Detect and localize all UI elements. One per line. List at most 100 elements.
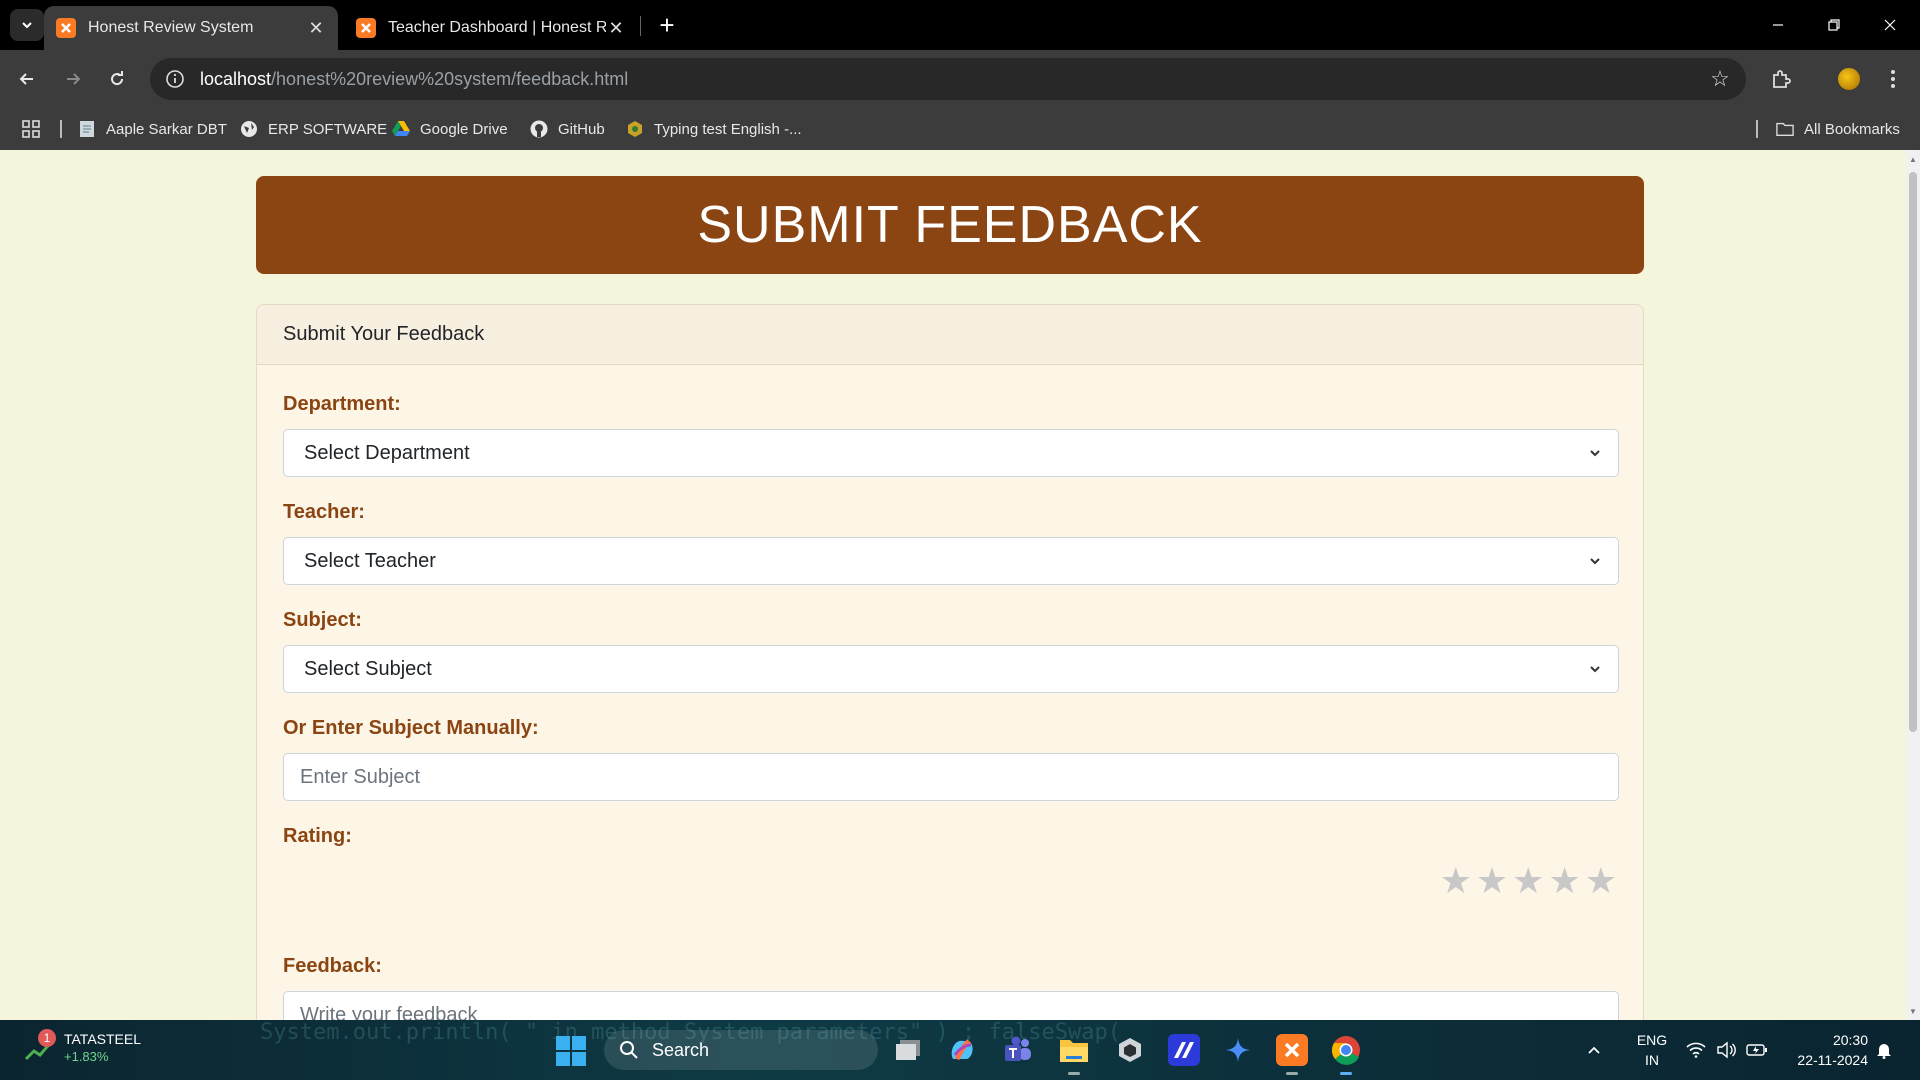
all-bookmarks-label: All Bookmarks <box>1804 120 1900 138</box>
menu-kebab-icon[interactable] <box>1876 62 1910 96</box>
scrollbar-thumb[interactable] <box>1909 172 1917 732</box>
reload-icon[interactable] <box>100 62 134 96</box>
address-bar[interactable]: localhost/honest%20review%20system/feedb… <box>150 58 1746 100</box>
stock-widget[interactable]: 1 TATASTEEL +1.83% <box>24 1029 141 1066</box>
region-code: IN <box>1645 1052 1659 1068</box>
teacher-select[interactable]: Select Teacher <box>283 537 1619 585</box>
star-icon[interactable]: ★ <box>1476 863 1508 899</box>
unity-icon[interactable] <box>1114 1034 1146 1066</box>
star-icon[interactable]: ★ <box>1585 863 1617 899</box>
notification-bell-icon[interactable] <box>1876 1020 1892 1080</box>
battery-icon[interactable] <box>1746 1020 1768 1080</box>
site-info-icon[interactable] <box>154 58 196 100</box>
apps-grid-icon[interactable] <box>22 118 40 140</box>
tab-search-button[interactable] <box>10 9 44 41</box>
feedback-label: Feedback: <box>283 955 382 977</box>
stock-chart-icon: 1 <box>24 1029 56 1063</box>
bookmark-label: ERP SOFTWARE <box>268 120 388 138</box>
teams-icon[interactable] <box>1002 1034 1034 1066</box>
language-indicator[interactable]: ENG IN <box>1634 1030 1670 1070</box>
tab-title: Teacher Dashboard | Honest Re <box>388 19 606 36</box>
file-explorer-icon[interactable] <box>1058 1034 1090 1066</box>
page-banner: SUBMIT FEEDBACK <box>256 176 1644 274</box>
folder-icon <box>1776 120 1794 138</box>
tab-honest-review-system[interactable]: Honest Review System ✕ <box>44 6 338 50</box>
wifi-icon[interactable] <box>1686 1020 1706 1080</box>
teacher-select-value: Select Teacher <box>304 549 436 572</box>
task-view-icon[interactable] <box>892 1034 924 1066</box>
language-code: ENG <box>1636 1032 1668 1048</box>
restore-icon[interactable] <box>1806 0 1862 50</box>
url-text: localhost/honest%20review%20system/feedb… <box>200 69 628 90</box>
xampp-taskbar-icon[interactable] <box>1276 1034 1308 1066</box>
subject-select-value: Select Subject <box>304 657 432 680</box>
taskbar-search[interactable]: Search <box>604 1030 878 1070</box>
volume-icon[interactable] <box>1716 1020 1736 1080</box>
profile-avatar[interactable] <box>1836 66 1862 92</box>
chrome-icon[interactable] <box>1330 1034 1362 1066</box>
card-header: Submit Your Feedback <box>257 305 1643 365</box>
tab-bar: Honest Review System ✕ Teacher Dashboard… <box>0 0 1920 50</box>
tab-teacher-dashboard[interactable]: Teacher Dashboard | Honest Re ✕ <box>344 6 638 50</box>
notification-badge: 1 <box>38 1029 56 1047</box>
star-rating[interactable]: ★ ★ ★ ★ ★ <box>1440 863 1617 899</box>
extensions-icon[interactable] <box>1764 62 1798 96</box>
bookmark-typing-test[interactable]: Typing test English -... <box>626 118 802 140</box>
bookmark-label: Google Drive <box>420 120 508 138</box>
manual-subject-input[interactable]: Enter Subject <box>283 753 1619 801</box>
clock-time: 20:30 <box>1832 1032 1868 1048</box>
xampp-icon <box>56 18 76 38</box>
bookmark-github[interactable]: GitHub <box>530 118 605 140</box>
close-icon[interactable]: ✕ <box>306 18 326 38</box>
bookmark-label: Typing test English -... <box>654 120 802 138</box>
url-path: /honest%20review%20system/feedback.html <box>271 68 629 89</box>
window-close-icon[interactable] <box>1862 0 1918 50</box>
star-icon[interactable]: ★ <box>1440 863 1472 899</box>
windows-start-icon[interactable] <box>556 1036 586 1066</box>
subject-select[interactable]: Select Subject <box>283 645 1619 693</box>
department-label: Department: <box>283 393 401 415</box>
department-select-value: Select Department <box>304 441 470 464</box>
bookmark-erp-software[interactable]: ERP SOFTWARE <box>240 118 387 140</box>
vs-code-alt-icon[interactable] <box>1168 1034 1200 1066</box>
bookmark-aaple-sarkar[interactable]: Aaple Sarkar DBT <box>78 118 227 140</box>
bookmark-label: GitHub <box>558 120 605 138</box>
manual-subject-label: Or Enter Subject Manually: <box>283 717 539 739</box>
bookmark-google-drive[interactable]: Google Drive <box>392 118 508 140</box>
tray-overflow-icon[interactable] <box>1586 1020 1602 1080</box>
system-clock[interactable]: 20:30 22-11-2024 <box>1786 1030 1868 1070</box>
rating-label: Rating: <box>283 825 352 847</box>
chevron-down-icon <box>22 22 32 29</box>
active-indicator <box>1340 1072 1352 1075</box>
feedback-textarea[interactable]: Write your feedback <box>283 991 1619 1020</box>
windows-taskbar: System.out.println( " in method System p… <box>0 1020 1920 1080</box>
page-scrollbar[interactable]: ▲ ▼ <box>1906 150 1920 1020</box>
scroll-down-icon[interactable]: ▼ <box>1908 1006 1918 1016</box>
page-icon <box>78 120 96 138</box>
chevron-down-icon <box>1586 660 1604 678</box>
star-icon[interactable]: ★ <box>1512 863 1544 899</box>
gemini-sparkle-icon[interactable] <box>1222 1034 1254 1066</box>
manual-subject-placeholder: Enter Subject <box>300 765 421 788</box>
forward-arrow-icon[interactable] <box>56 62 90 96</box>
bookmark-label: Aaple Sarkar DBT <box>106 120 227 138</box>
card-title: Submit Your Feedback <box>283 323 485 345</box>
clock-date: 22-11-2024 <box>1797 1052 1868 1068</box>
running-indicator <box>1068 1072 1080 1075</box>
department-select[interactable]: Select Department <box>283 429 1619 477</box>
bookmark-star-icon[interactable]: ☆ <box>1708 66 1732 91</box>
scroll-up-icon[interactable]: ▲ <box>1908 154 1918 164</box>
page-viewport: SUBMIT FEEDBACK Submit Your Feedback Dep… <box>0 150 1906 1020</box>
running-indicator <box>1286 1072 1298 1075</box>
star-icon[interactable]: ★ <box>1548 863 1580 899</box>
close-icon[interactable]: ✕ <box>606 18 626 38</box>
new-tab-button[interactable]: + <box>652 10 682 40</box>
copilot-icon[interactable] <box>946 1034 978 1066</box>
teacher-label: Teacher: <box>283 501 365 523</box>
globe-icon <box>240 120 258 138</box>
all-bookmarks-button[interactable]: All Bookmarks <box>1776 118 1900 140</box>
chevron-down-icon <box>1586 444 1604 462</box>
minimize-icon[interactable] <box>1750 0 1806 50</box>
back-arrow-icon[interactable] <box>10 62 44 96</box>
github-icon <box>530 120 548 138</box>
